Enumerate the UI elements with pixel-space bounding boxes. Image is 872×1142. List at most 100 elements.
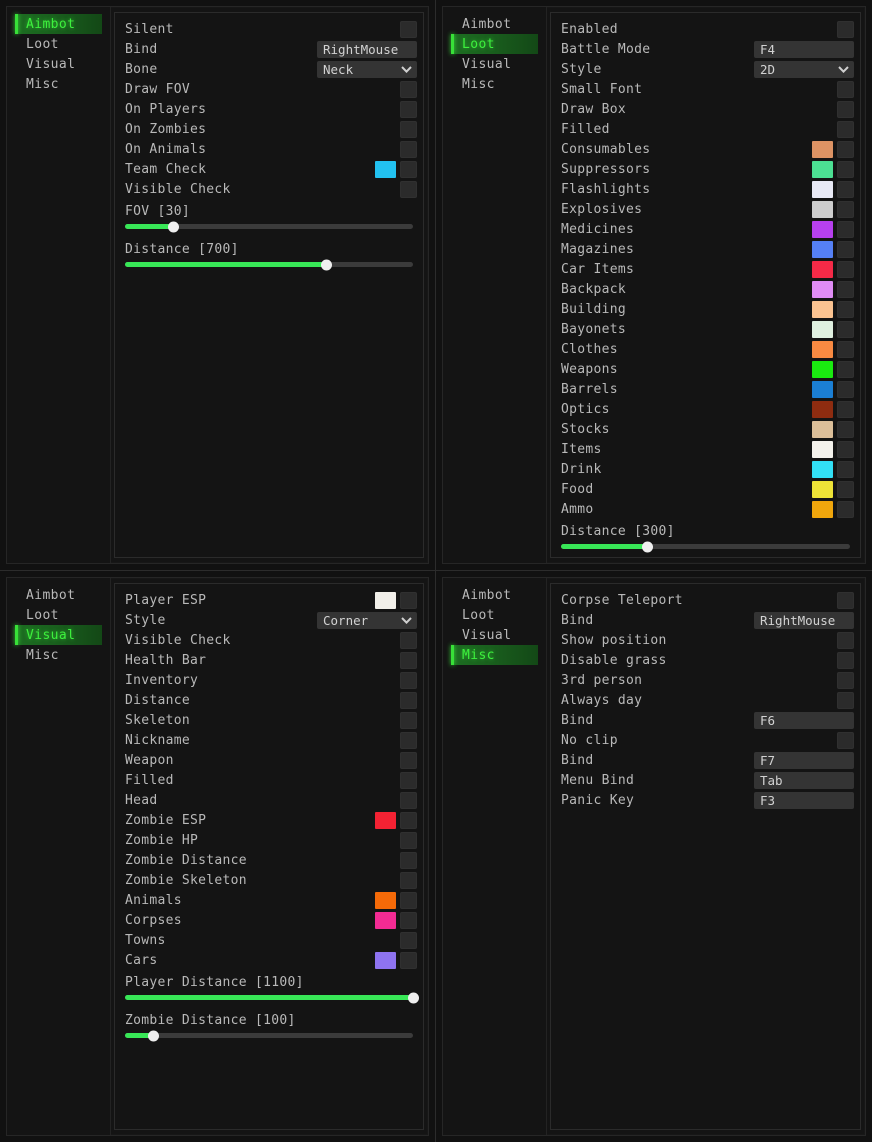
checkbox-toggle[interactable] — [837, 692, 854, 709]
dropdown-select[interactable]: 2D — [754, 61, 854, 78]
sidebar-item-visual[interactable]: Visual — [15, 625, 102, 645]
checkbox-toggle[interactable] — [400, 852, 417, 869]
checkbox-toggle[interactable] — [400, 752, 417, 769]
slider-track[interactable] — [125, 1033, 413, 1038]
checkbox-toggle[interactable] — [837, 241, 854, 258]
checkbox-toggle[interactable] — [837, 81, 854, 98]
checkbox-toggle[interactable] — [837, 321, 854, 338]
checkbox-toggle[interactable] — [837, 461, 854, 478]
checkbox-toggle[interactable] — [837, 281, 854, 298]
sidebar-item-aimbot[interactable]: Aimbot — [451, 14, 538, 34]
color-swatch[interactable] — [812, 281, 833, 298]
sidebar-item-loot[interactable]: Loot — [15, 605, 102, 625]
checkbox-toggle[interactable] — [400, 592, 417, 609]
checkbox-toggle[interactable] — [400, 732, 417, 749]
dropdown-select[interactable]: Neck — [317, 61, 417, 78]
checkbox-toggle[interactable] — [400, 952, 417, 969]
slider-track[interactable] — [125, 224, 413, 229]
checkbox-toggle[interactable] — [837, 261, 854, 278]
checkbox-toggle[interactable] — [400, 772, 417, 789]
checkbox-toggle[interactable] — [837, 341, 854, 358]
sidebar-item-aimbot[interactable]: Aimbot — [15, 14, 102, 34]
color-swatch[interactable] — [812, 161, 833, 178]
sidebar-item-visual[interactable]: Visual — [15, 54, 102, 74]
color-swatch[interactable] — [812, 481, 833, 498]
slider-knob[interactable] — [642, 541, 653, 552]
sidebar-item-aimbot[interactable]: Aimbot — [15, 585, 102, 605]
color-swatch[interactable] — [375, 161, 396, 178]
color-swatch[interactable] — [812, 361, 833, 378]
checkbox-toggle[interactable] — [400, 912, 417, 929]
checkbox-toggle[interactable] — [837, 481, 854, 498]
color-swatch[interactable] — [812, 441, 833, 458]
checkbox-toggle[interactable] — [400, 832, 417, 849]
checkbox-toggle[interactable] — [400, 652, 417, 669]
sidebar-item-loot[interactable]: Loot — [15, 34, 102, 54]
checkbox-toggle[interactable] — [837, 201, 854, 218]
checkbox-toggle[interactable] — [400, 872, 417, 889]
checkbox-toggle[interactable] — [837, 441, 854, 458]
checkbox-toggle[interactable] — [400, 121, 417, 138]
checkbox-toggle[interactable] — [400, 892, 417, 909]
slider-knob[interactable] — [321, 259, 332, 270]
checkbox-toggle[interactable] — [400, 181, 417, 198]
color-swatch[interactable] — [812, 421, 833, 438]
checkbox-toggle[interactable] — [400, 632, 417, 649]
slider-track[interactable] — [125, 995, 413, 1000]
checkbox-toggle[interactable] — [837, 421, 854, 438]
color-swatch[interactable] — [812, 181, 833, 198]
slider-knob[interactable] — [408, 992, 419, 1003]
checkbox-toggle[interactable] — [400, 101, 417, 118]
keybind-field[interactable]: F4 — [754, 41, 854, 58]
checkbox-toggle[interactable] — [837, 181, 854, 198]
color-swatch[interactable] — [812, 461, 833, 478]
checkbox-toggle[interactable] — [837, 592, 854, 609]
sidebar-item-loot[interactable]: Loot — [451, 605, 538, 625]
sidebar-item-visual[interactable]: Visual — [451, 625, 538, 645]
dropdown-select[interactable]: Corner — [317, 612, 417, 629]
checkbox-toggle[interactable] — [837, 161, 854, 178]
color-swatch[interactable] — [375, 952, 396, 969]
checkbox-toggle[interactable] — [400, 81, 417, 98]
checkbox-toggle[interactable] — [400, 161, 417, 178]
slider-track[interactable] — [125, 262, 413, 267]
color-swatch[interactable] — [812, 301, 833, 318]
color-swatch[interactable] — [812, 221, 833, 238]
checkbox-toggle[interactable] — [837, 101, 854, 118]
color-swatch[interactable] — [812, 321, 833, 338]
checkbox-toggle[interactable] — [837, 632, 854, 649]
color-swatch[interactable] — [812, 241, 833, 258]
checkbox-toggle[interactable] — [837, 361, 854, 378]
keybind-field[interactable]: RightMouse — [317, 41, 417, 58]
color-swatch[interactable] — [812, 201, 833, 218]
color-swatch[interactable] — [375, 592, 396, 609]
sidebar-item-misc[interactable]: Misc — [15, 645, 102, 665]
checkbox-toggle[interactable] — [837, 301, 854, 318]
checkbox-toggle[interactable] — [400, 932, 417, 949]
keybind-field[interactable]: RightMouse — [754, 612, 854, 629]
keybind-field[interactable]: F7 — [754, 752, 854, 769]
checkbox-toggle[interactable] — [400, 21, 417, 38]
color-swatch[interactable] — [812, 141, 833, 158]
keybind-field[interactable]: Tab — [754, 772, 854, 789]
color-swatch[interactable] — [812, 401, 833, 418]
checkbox-toggle[interactable] — [837, 732, 854, 749]
color-swatch[interactable] — [812, 341, 833, 358]
color-swatch[interactable] — [375, 912, 396, 929]
checkbox-toggle[interactable] — [837, 501, 854, 518]
checkbox-toggle[interactable] — [837, 401, 854, 418]
sidebar-item-misc[interactable]: Misc — [451, 645, 538, 665]
checkbox-toggle[interactable] — [837, 652, 854, 669]
checkbox-toggle[interactable] — [400, 141, 417, 158]
sidebar-item-aimbot[interactable]: Aimbot — [451, 585, 538, 605]
checkbox-toggle[interactable] — [837, 221, 854, 238]
checkbox-toggle[interactable] — [837, 21, 854, 38]
checkbox-toggle[interactable] — [400, 712, 417, 729]
sidebar-item-visual[interactable]: Visual — [451, 54, 538, 74]
checkbox-toggle[interactable] — [400, 672, 417, 689]
color-swatch[interactable] — [812, 501, 833, 518]
color-swatch[interactable] — [375, 892, 396, 909]
checkbox-toggle[interactable] — [837, 381, 854, 398]
sidebar-item-misc[interactable]: Misc — [15, 74, 102, 94]
keybind-field[interactable]: F6 — [754, 712, 854, 729]
